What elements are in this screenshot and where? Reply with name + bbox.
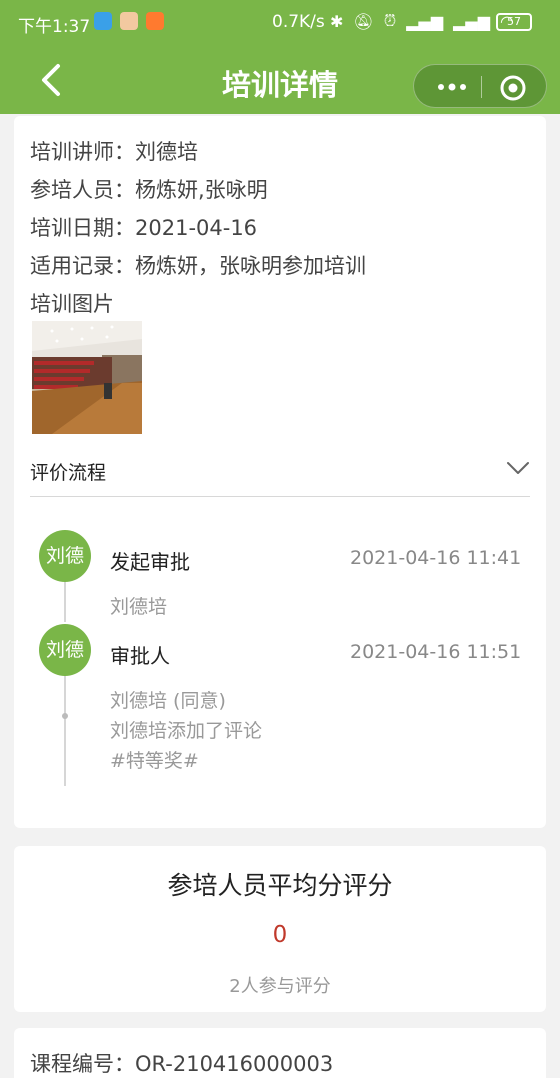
course-info-card: 课程编号：OR-210416000003	[14, 1028, 546, 1078]
step-time: 2021-04-16 11:51	[350, 641, 522, 663]
battery-indicator: 57	[496, 13, 532, 31]
step-title: 发起审批	[110, 550, 190, 574]
upload-app-icon	[94, 12, 112, 30]
avatar: 刘德	[39, 530, 91, 582]
step-detail: 刘德培	[110, 596, 168, 618]
course-code-row: 课程编号：OR-210416000003	[30, 1052, 334, 1076]
training-detail-card: 培训讲师：刘德培 参培人员：杨炼妍,张咏明 培训日期：2021-04-16 适用…	[14, 116, 546, 828]
status-bar: 下午1:37 0.7K/s ✱ 🔕︎ ⏰︎ ▂▄▆ ▂▄▆ ◠ 57	[0, 0, 560, 46]
taobao-app-icon	[146, 12, 164, 30]
chevron-down-icon[interactable]	[506, 460, 530, 476]
score-title: 参培人员平均分评分	[167, 871, 393, 900]
nav-bar: 培训详情	[0, 46, 560, 114]
record-row: 适用记录：杨炼妍，张咏明参加培训	[30, 254, 366, 278]
capsule-divider	[481, 76, 482, 98]
alarm-icon: ⏰︎	[383, 11, 397, 30]
trainer-row: 培训讲师：刘德培	[30, 140, 198, 164]
avatar: 刘德	[39, 624, 91, 676]
signal-icon: ▂▄▆	[406, 11, 444, 31]
photos-label: 培训图片	[30, 292, 114, 316]
status-icons: ✱ 🔕︎ ⏰︎ ▂▄▆ ▂▄▆ ◠	[330, 11, 514, 31]
timeline-dot	[62, 713, 68, 719]
timeline-line	[64, 582, 66, 622]
mute-icon: 🔕︎	[353, 11, 374, 31]
average-score-card: 参培人员平均分评分 0 2人参与评分	[14, 846, 546, 1012]
timeline-line	[64, 676, 66, 786]
section-divider	[30, 496, 530, 497]
participants-row: 参培人员：杨炼妍,张咏明	[30, 178, 268, 202]
close-mini-program-icon[interactable]	[499, 74, 527, 102]
bluetooth-icon: ✱	[330, 11, 344, 31]
more-options-icon[interactable]	[432, 73, 472, 101]
status-time: 下午1:37	[18, 17, 91, 37]
status-app-icons	[94, 12, 164, 30]
step-comment: 刘德培添加了评论	[110, 720, 263, 742]
evaluation-flow-header: 评价流程	[30, 462, 107, 484]
mini-program-capsule	[413, 64, 547, 108]
step-tag: #特等奖#	[110, 750, 199, 772]
signal-2-icon: ▂▄▆	[453, 11, 491, 31]
score-participant-count: 2人参与评分	[229, 976, 331, 997]
avatar-app-icon	[120, 12, 138, 30]
step-detail: 刘德培 (同意)	[110, 690, 226, 712]
training-photo[interactable]	[32, 321, 142, 434]
training-date-row: 培训日期：2021-04-16	[30, 216, 258, 240]
score-value: 0	[272, 922, 288, 948]
network-speed: 0.7K/s	[272, 12, 325, 32]
step-title: 审批人	[110, 644, 170, 668]
step-time: 2021-04-16 11:41	[350, 547, 522, 569]
